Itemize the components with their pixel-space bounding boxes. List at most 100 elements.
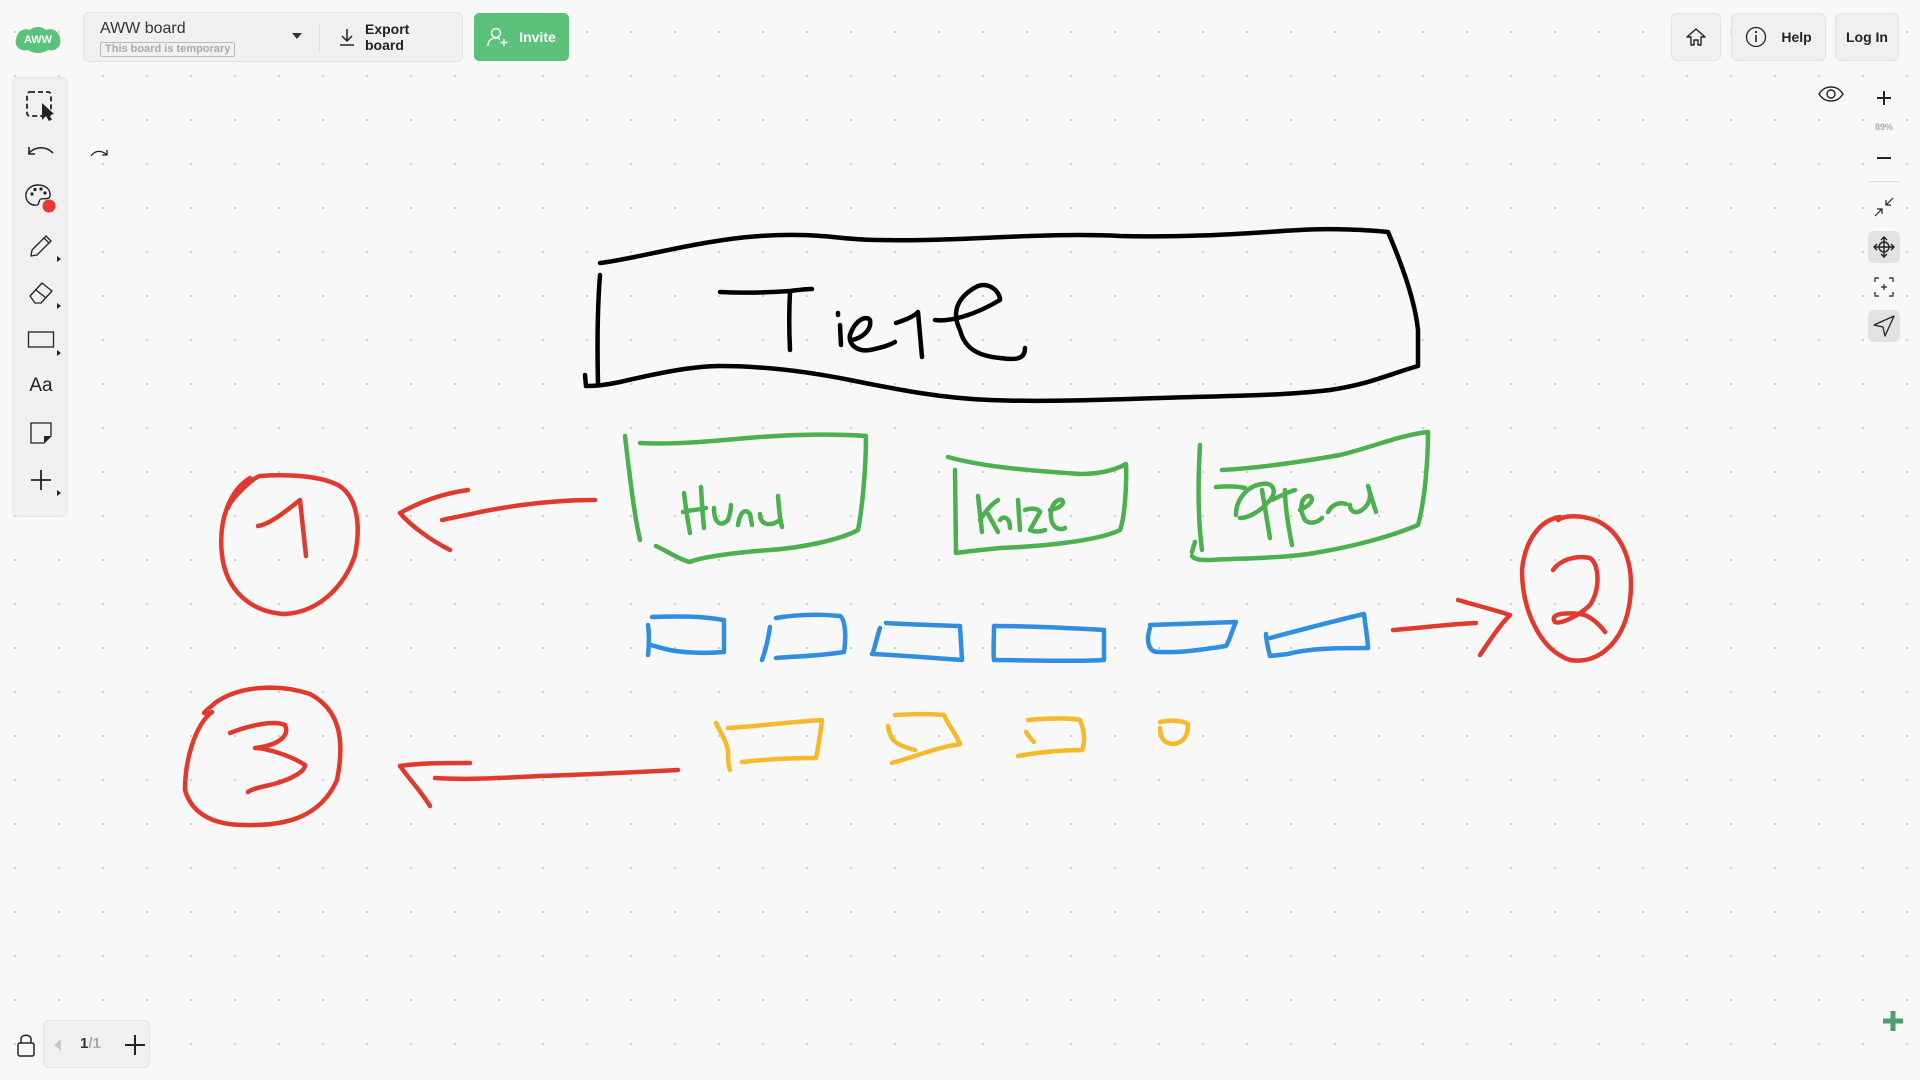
visibility-toggle[interactable] — [1816, 82, 1846, 106]
submenu-indicator — [57, 490, 61, 496]
board-menu[interactable]: AWW board This board is temporary Export… — [83, 12, 463, 62]
yellow-shape-2 — [885, 711, 963, 766]
plus-icon — [1877, 91, 1891, 105]
undo-icon — [28, 146, 54, 155]
more-tools-button[interactable] — [13, 458, 69, 502]
focus-icon — [1874, 277, 1894, 297]
blue-rect-6 — [1263, 611, 1371, 659]
blue-rect-5 — [1145, 619, 1239, 655]
login-label: Log In — [1846, 29, 1888, 45]
home-icon — [1686, 28, 1706, 46]
title-box — [582, 226, 1421, 404]
collapse-arrows-icon — [1874, 197, 1894, 217]
fit-to-screen-button[interactable] — [1868, 191, 1900, 223]
text-tool[interactable]: Aa — [13, 364, 69, 408]
circle-1 — [219, 473, 360, 617]
export-board-button[interactable]: Export board — [329, 13, 462, 61]
info-icon — [1746, 26, 1767, 48]
select-tool[interactable] — [13, 84, 69, 128]
redo-icon — [90, 150, 108, 157]
chevron-down-icon[interactable] — [292, 33, 302, 39]
navigation-arrow-icon — [1873, 315, 1895, 337]
title-text-e1 — [847, 315, 898, 353]
page-navigator: 1/1 — [43, 1020, 150, 1068]
blue-rect-1 — [645, 614, 727, 658]
eraser-icon — [29, 282, 53, 304]
board-name[interactable]: AWW board — [100, 20, 186, 38]
pen-tool[interactable] — [13, 224, 69, 268]
redo-button[interactable] — [82, 133, 116, 173]
hund-text — [680, 484, 785, 536]
divider — [1868, 181, 1900, 182]
circle-3 — [182, 685, 343, 828]
total-pages: /1 — [88, 1035, 101, 1052]
blue-rect-4 — [991, 623, 1107, 664]
eye-icon — [1818, 86, 1844, 102]
arrow-1 — [397, 487, 598, 553]
zoom-level: 89% — [1874, 122, 1893, 132]
aww-logo[interactable]: AWW — [12, 22, 64, 56]
blue-row — [645, 611, 1371, 664]
home-button[interactable] — [1671, 13, 1721, 61]
invite-label: Invite — [519, 29, 556, 45]
pointer-tool[interactable] — [1868, 310, 1900, 342]
yellow-row — [713, 711, 1191, 773]
login-button[interactable]: Log In — [1835, 13, 1899, 61]
circle-2 — [1519, 514, 1634, 663]
lock-icon[interactable] — [16, 1032, 36, 1058]
arrow-2 — [1390, 597, 1513, 658]
pferd-text — [1233, 481, 1379, 548]
yellow-shape-4 — [1157, 718, 1191, 747]
help-button[interactable]: Help — [1731, 13, 1826, 61]
zoom-out-button[interactable] — [1868, 142, 1900, 174]
export-board-label: Export board — [364, 21, 410, 53]
eraser-tool[interactable] — [13, 271, 69, 315]
zoom-in-button[interactable] — [1868, 82, 1900, 114]
title-text-i — [835, 310, 844, 348]
add-user-icon — [487, 27, 508, 47]
circle-1-number — [255, 497, 309, 559]
center-view-button[interactable] — [1868, 271, 1900, 303]
minus-icon — [1877, 157, 1891, 159]
blue-rect-2 — [759, 612, 848, 663]
whiteboard-canvas[interactable] — [0, 0, 1920, 1080]
blue-rect-3 — [869, 620, 965, 663]
board-status-badge: This board is temporary — [100, 42, 236, 57]
palette-icon — [25, 184, 56, 213]
red-annotations — [182, 473, 1634, 828]
sticky-note-tool[interactable] — [13, 411, 69, 455]
circle-3-number — [227, 720, 308, 795]
katze-text — [975, 493, 1068, 535]
current-color-swatch — [42, 199, 56, 213]
add-page-button[interactable] — [122, 1032, 148, 1058]
category-boxes — [622, 429, 1431, 565]
yellow-shape-3 — [1015, 716, 1087, 759]
arrow-3 — [397, 760, 681, 809]
logo-text: AWW — [24, 34, 53, 46]
undo-button[interactable] — [13, 130, 69, 174]
circle-2-number — [1550, 554, 1608, 635]
submenu-indicator — [57, 303, 61, 309]
previous-page-button[interactable] — [54, 1039, 61, 1051]
select-icon — [26, 91, 54, 121]
color-picker[interactable] — [13, 177, 69, 221]
help-label: Help — [1781, 29, 1812, 45]
invite-button[interactable]: Invite — [474, 13, 569, 61]
submenu-indicator — [57, 256, 61, 262]
title-box-outline — [582, 226, 1421, 404]
shape-tool[interactable] — [13, 318, 69, 362]
katze-box — [945, 454, 1129, 556]
sticky-note-icon — [30, 422, 52, 444]
pan-tool[interactable] — [1868, 231, 1900, 263]
download-icon — [339, 29, 354, 46]
rectangle-icon — [27, 331, 55, 348]
title-text-T — [717, 286, 815, 353]
tool-palette: Aa — [12, 77, 68, 517]
submenu-indicator — [57, 350, 61, 356]
pencil-icon — [30, 235, 52, 257]
add-content-button[interactable] — [1880, 1008, 1906, 1034]
plus-icon — [31, 470, 51, 490]
pferd-box — [1189, 429, 1431, 563]
text-icon: Aa — [29, 375, 53, 396]
divider — [319, 23, 320, 53]
